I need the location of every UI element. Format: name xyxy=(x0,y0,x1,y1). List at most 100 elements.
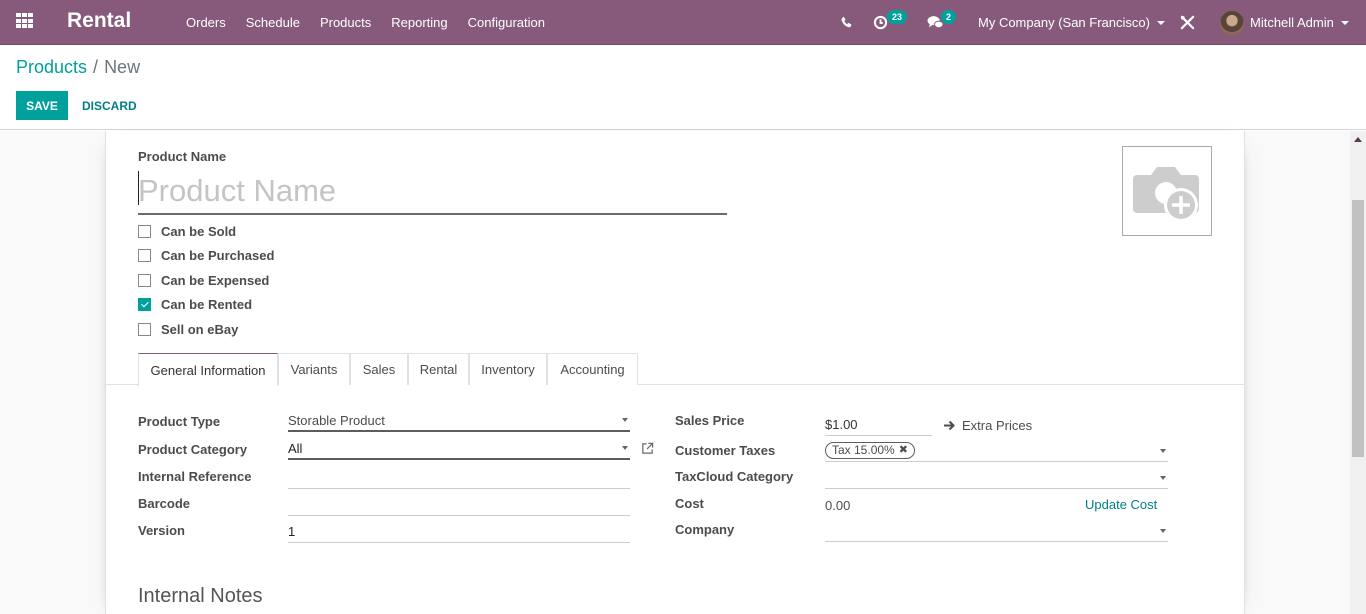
product-name-input[interactable] xyxy=(138,169,727,215)
apps-grid-icon[interactable] xyxy=(16,13,34,29)
company-name: My Company (San Francisco) xyxy=(978,15,1150,30)
version-value: 1 xyxy=(288,524,296,539)
save-button[interactable]: SAVE xyxy=(16,91,68,120)
breadcrumb-current: New xyxy=(104,57,141,77)
dropdown-caret-icon xyxy=(622,418,628,422)
messages-button[interactable]: 2 xyxy=(927,0,957,45)
activity-button[interactable]: 23 xyxy=(873,0,908,45)
company-select[interactable] xyxy=(825,520,1168,542)
menu-schedule[interactable]: Schedule xyxy=(236,15,310,30)
barcode-label: Barcode xyxy=(138,496,191,511)
extra-prices-label: Extra Prices xyxy=(962,418,1033,433)
internal-reference-label: Internal Reference xyxy=(138,469,252,484)
breadcrumb: Products / New xyxy=(16,57,140,78)
user-avatar xyxy=(1220,10,1244,35)
taxcloud-category-label: TaxCloud Category xyxy=(675,469,794,484)
product-options: Can be Sold Can be Purchased Can be Expe… xyxy=(138,219,274,342)
form-view: Product Name Can be Sold Can be Purchase… xyxy=(0,131,1350,614)
breadcrumb-products[interactable]: Products xyxy=(16,57,87,77)
customer-taxes-tags: Tax 15.00% ✖ xyxy=(825,442,1160,459)
checkbox-sell-on-ebay[interactable]: Sell on eBay xyxy=(138,317,274,342)
external-link-icon[interactable] xyxy=(641,442,654,455)
scroll-up-arrow-icon[interactable] xyxy=(1354,137,1362,142)
product-type-value: Storable Product xyxy=(288,412,385,428)
text-cursor xyxy=(138,171,139,205)
tab-general-information[interactable]: General Information xyxy=(138,353,278,386)
activity-clock-icon xyxy=(873,15,888,30)
vertical-scrollbar[interactable] xyxy=(1350,131,1366,614)
extra-prices-button[interactable]: Extra Prices xyxy=(944,418,1032,433)
checkbox[interactable] xyxy=(138,249,151,263)
cost-value: 0.00 xyxy=(825,498,851,513)
discard-button[interactable]: DISCARD xyxy=(74,91,145,120)
app-name[interactable]: Rental xyxy=(67,9,131,33)
barcode-input[interactable] xyxy=(288,494,630,516)
activity-badge: 23 xyxy=(887,10,908,24)
menu-orders[interactable]: Orders xyxy=(176,15,236,30)
internal-reference-input[interactable] xyxy=(288,467,630,489)
control-panel: Products / New SAVE DISCARD xyxy=(0,45,1366,130)
phone-button[interactable] xyxy=(840,0,853,45)
checkbox-label: Sell on eBay xyxy=(161,321,239,337)
checkbox[interactable] xyxy=(138,273,151,287)
product-category-select[interactable]: All xyxy=(288,438,630,460)
sales-price-input[interactable]: $1.00 xyxy=(825,414,932,436)
product-type-select[interactable]: Storable Product xyxy=(288,410,630,432)
company-label: Company xyxy=(675,522,735,537)
tab-inventory[interactable]: Inventory xyxy=(469,353,547,385)
form-sheet: Product Name Can be Sold Can be Purchase… xyxy=(105,131,1245,614)
customer-taxes-input[interactable]: Tax 15.00% ✖ xyxy=(825,440,1168,462)
company-switcher[interactable]: My Company (San Francisco) xyxy=(978,0,1165,45)
sales-price-label: Sales Price xyxy=(675,413,745,428)
top-navbar: Rental Orders Schedule Products Reportin… xyxy=(0,0,1366,45)
checkbox-can-be-expensed[interactable]: Can be Expensed xyxy=(138,268,274,293)
checkbox-can-be-sold[interactable]: Can be Sold xyxy=(138,219,274,244)
checkbox-label: Can be Purchased xyxy=(161,248,275,264)
menu-configuration[interactable]: Configuration xyxy=(458,15,555,30)
chevron-down-icon xyxy=(1156,20,1165,25)
main-menu: Orders Schedule Products Reporting Confi… xyxy=(176,0,555,45)
dropdown-caret-icon xyxy=(622,446,628,450)
taxcloud-category-select[interactable] xyxy=(825,467,1168,489)
version-input[interactable]: 1 xyxy=(288,521,630,543)
product-category-value: All xyxy=(288,440,303,456)
checkbox[interactable] xyxy=(138,224,151,238)
menu-products[interactable]: Products xyxy=(310,15,381,30)
checkbox-label: Can be Expensed xyxy=(161,272,270,288)
debug-tools-icon xyxy=(1180,15,1195,30)
version-label: Version xyxy=(138,523,185,538)
checkbox-can-be-rented[interactable]: Can be Rented xyxy=(138,293,274,318)
dropdown-caret-icon xyxy=(1160,448,1166,453)
dropdown-caret-icon xyxy=(1160,528,1166,533)
checkbox[interactable] xyxy=(138,322,151,336)
notebook-tabs: General Information Variants Sales Renta… xyxy=(106,353,1244,386)
user-name: Mitchell Admin xyxy=(1250,15,1334,30)
checkbox-can-be-purchased[interactable]: Can be Purchased xyxy=(138,244,274,269)
menu-reporting[interactable]: Reporting xyxy=(381,15,457,30)
product-image-upload[interactable] xyxy=(1122,146,1212,236)
product-type-label: Product Type xyxy=(138,414,221,429)
phone-icon xyxy=(841,16,852,28)
chevron-down-icon xyxy=(1340,20,1349,25)
breadcrumb-separator: / xyxy=(93,57,99,77)
customer-taxes-label: Customer Taxes xyxy=(675,443,776,458)
scrollbar-thumb[interactable] xyxy=(1352,200,1364,457)
messages-badge: 2 xyxy=(941,10,957,24)
product-name-label: Product Name xyxy=(138,149,227,164)
sales-price-value: $1.00 xyxy=(825,417,858,432)
tab-variants[interactable]: Variants xyxy=(278,353,350,385)
checkbox-checked[interactable] xyxy=(138,298,151,312)
debug-button[interactable] xyxy=(1180,0,1195,45)
product-category-label: Product Category xyxy=(138,442,248,457)
user-menu[interactable]: Mitchell Admin xyxy=(1220,0,1349,45)
tab-sales[interactable]: Sales xyxy=(350,353,408,385)
tab-accounting[interactable]: Accounting xyxy=(547,353,638,385)
cost-label: Cost xyxy=(675,496,704,511)
tax-tag-label: Tax 15.00% xyxy=(832,443,895,457)
arrow-right-icon xyxy=(944,420,955,431)
tab-rental[interactable]: Rental xyxy=(408,353,469,385)
camera-add-icon xyxy=(1133,167,1199,222)
tax-tag: Tax 15.00% ✖ xyxy=(825,442,915,459)
update-cost-button[interactable]: Update Cost xyxy=(1085,497,1157,512)
remove-tag-icon[interactable]: ✖ xyxy=(899,443,908,458)
